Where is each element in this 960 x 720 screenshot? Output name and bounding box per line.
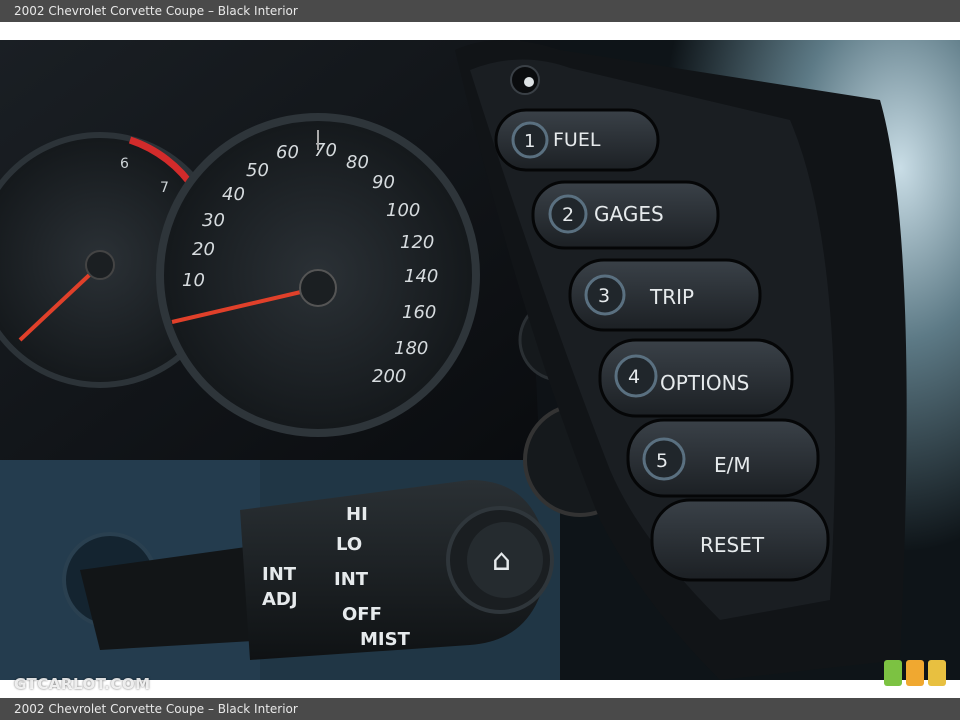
stalk-label-adj: ADJ xyxy=(262,589,298,610)
button-number: 5 xyxy=(656,450,668,472)
logo-square-orange xyxy=(906,660,924,686)
speed-tick-label: 180 xyxy=(394,338,428,359)
dic-button-gages[interactable]: 2 GAGES xyxy=(531,180,720,250)
speed-tick-label: 200 xyxy=(372,366,406,387)
speed-tick-label: 60 xyxy=(276,142,299,163)
dashboard-photo: 6 7 10 20 30 40 50 60 70 80 90 100 120 1… xyxy=(0,40,960,680)
caption-bottom: 2002 Chevrolet Corvette Coupe – Black In… xyxy=(0,698,960,720)
dic-button-em[interactable]: 5 E/M xyxy=(626,418,820,498)
speed-tick-label: 20 xyxy=(192,239,215,260)
button-number: 3 xyxy=(598,285,610,307)
button-label: E/M xyxy=(714,453,751,477)
dic-button-options[interactable]: 4 OPTIONS xyxy=(598,338,794,418)
logo-square-green xyxy=(884,660,902,686)
stalk-label-int: INT xyxy=(334,569,369,590)
speed-tick-label: 120 xyxy=(400,232,434,253)
dic-button-fuel[interactable]: 1 FUEL xyxy=(494,108,660,172)
button-label: FUEL xyxy=(553,129,601,151)
stalk-label-int-adj: INT xyxy=(262,564,297,585)
stalk-label-mist: MIST xyxy=(360,629,411,650)
stalk-label-hi: HI xyxy=(346,504,368,525)
speedometer: 10 20 30 40 50 60 70 80 90 100 120 140 1… xyxy=(156,113,480,437)
button-label: GAGES xyxy=(594,202,664,226)
speed-tick-label: 10 xyxy=(182,270,205,291)
watermark: GTCARLOT.COM xyxy=(14,675,151,693)
site-logo xyxy=(884,660,946,686)
speed-tick-label: 30 xyxy=(202,210,225,231)
speed-tick-label: 100 xyxy=(386,200,420,221)
stalk-label-lo: LO xyxy=(336,534,362,555)
wiper-icon: ⌂ xyxy=(492,543,511,578)
button-number: 2 xyxy=(562,204,574,226)
button-label: RESET xyxy=(700,533,765,557)
logo-square-yellow xyxy=(928,660,946,686)
dic-button-reset[interactable]: RESET xyxy=(650,498,830,582)
speed-tick-label: 90 xyxy=(372,172,395,193)
button-label: TRIP xyxy=(649,285,694,309)
speed-tick-label: 50 xyxy=(246,160,269,181)
speed-tick-label: 40 xyxy=(222,184,245,205)
dic-button-trip[interactable]: 3 TRIP xyxy=(568,258,762,332)
speed-tick-label: 160 xyxy=(402,302,436,323)
tach-tick-label: 7 xyxy=(160,180,169,196)
button-label: OPTIONS xyxy=(660,371,749,395)
caption-top: 2002 Chevrolet Corvette Coupe – Black In… xyxy=(0,0,960,22)
button-number: 1 xyxy=(524,131,535,152)
button-number: 4 xyxy=(628,366,640,388)
tach-tick-label: 6 xyxy=(120,156,129,172)
stalk-label-off: OFF xyxy=(342,604,382,625)
speed-tick-label: 140 xyxy=(404,266,438,287)
speed-tick-label: 80 xyxy=(346,152,369,173)
